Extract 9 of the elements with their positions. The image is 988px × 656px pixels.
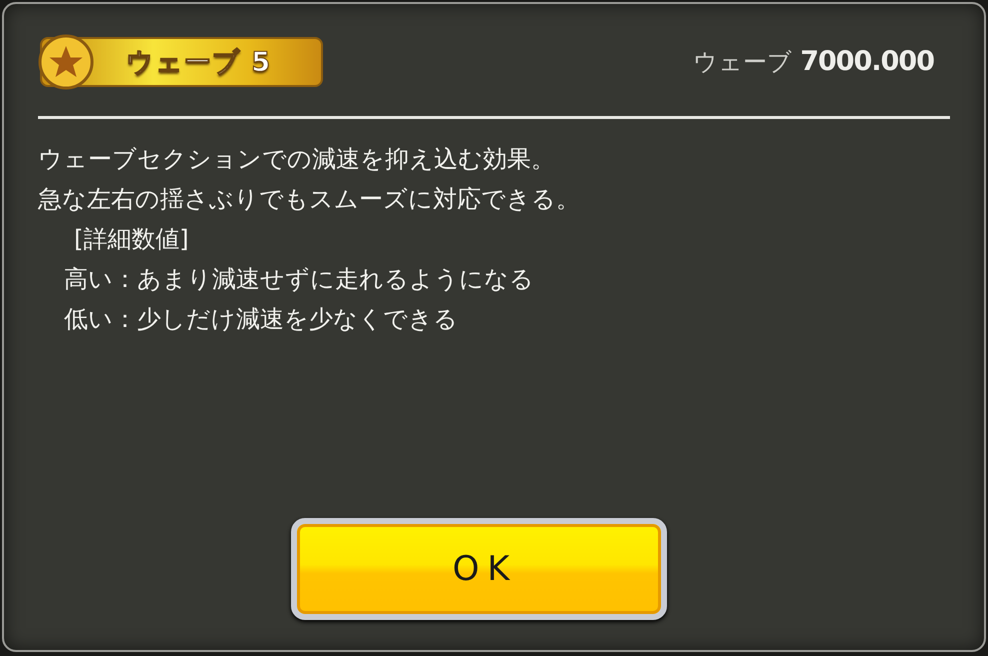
stat-label: ウェーブ: [693, 47, 792, 78]
stat-value: 7000.000: [800, 46, 934, 77]
level-badge: ウェーブ 5: [40, 37, 323, 87]
description-text: ウェーブセクションでの減速を抑え込む効果。: [38, 145, 555, 173]
description-text: 高い：あまり減速せずに走れるようになる: [64, 265, 534, 293]
description-text: 低い：少しだけ減速を少なくできる: [64, 305, 458, 333]
section-heading: [詳細数値]: [74, 225, 189, 253]
ok-button[interactable]: OK: [291, 518, 667, 620]
description-text: 急な左右の揺さぶりでもスムーズに対応できる。: [38, 185, 580, 213]
